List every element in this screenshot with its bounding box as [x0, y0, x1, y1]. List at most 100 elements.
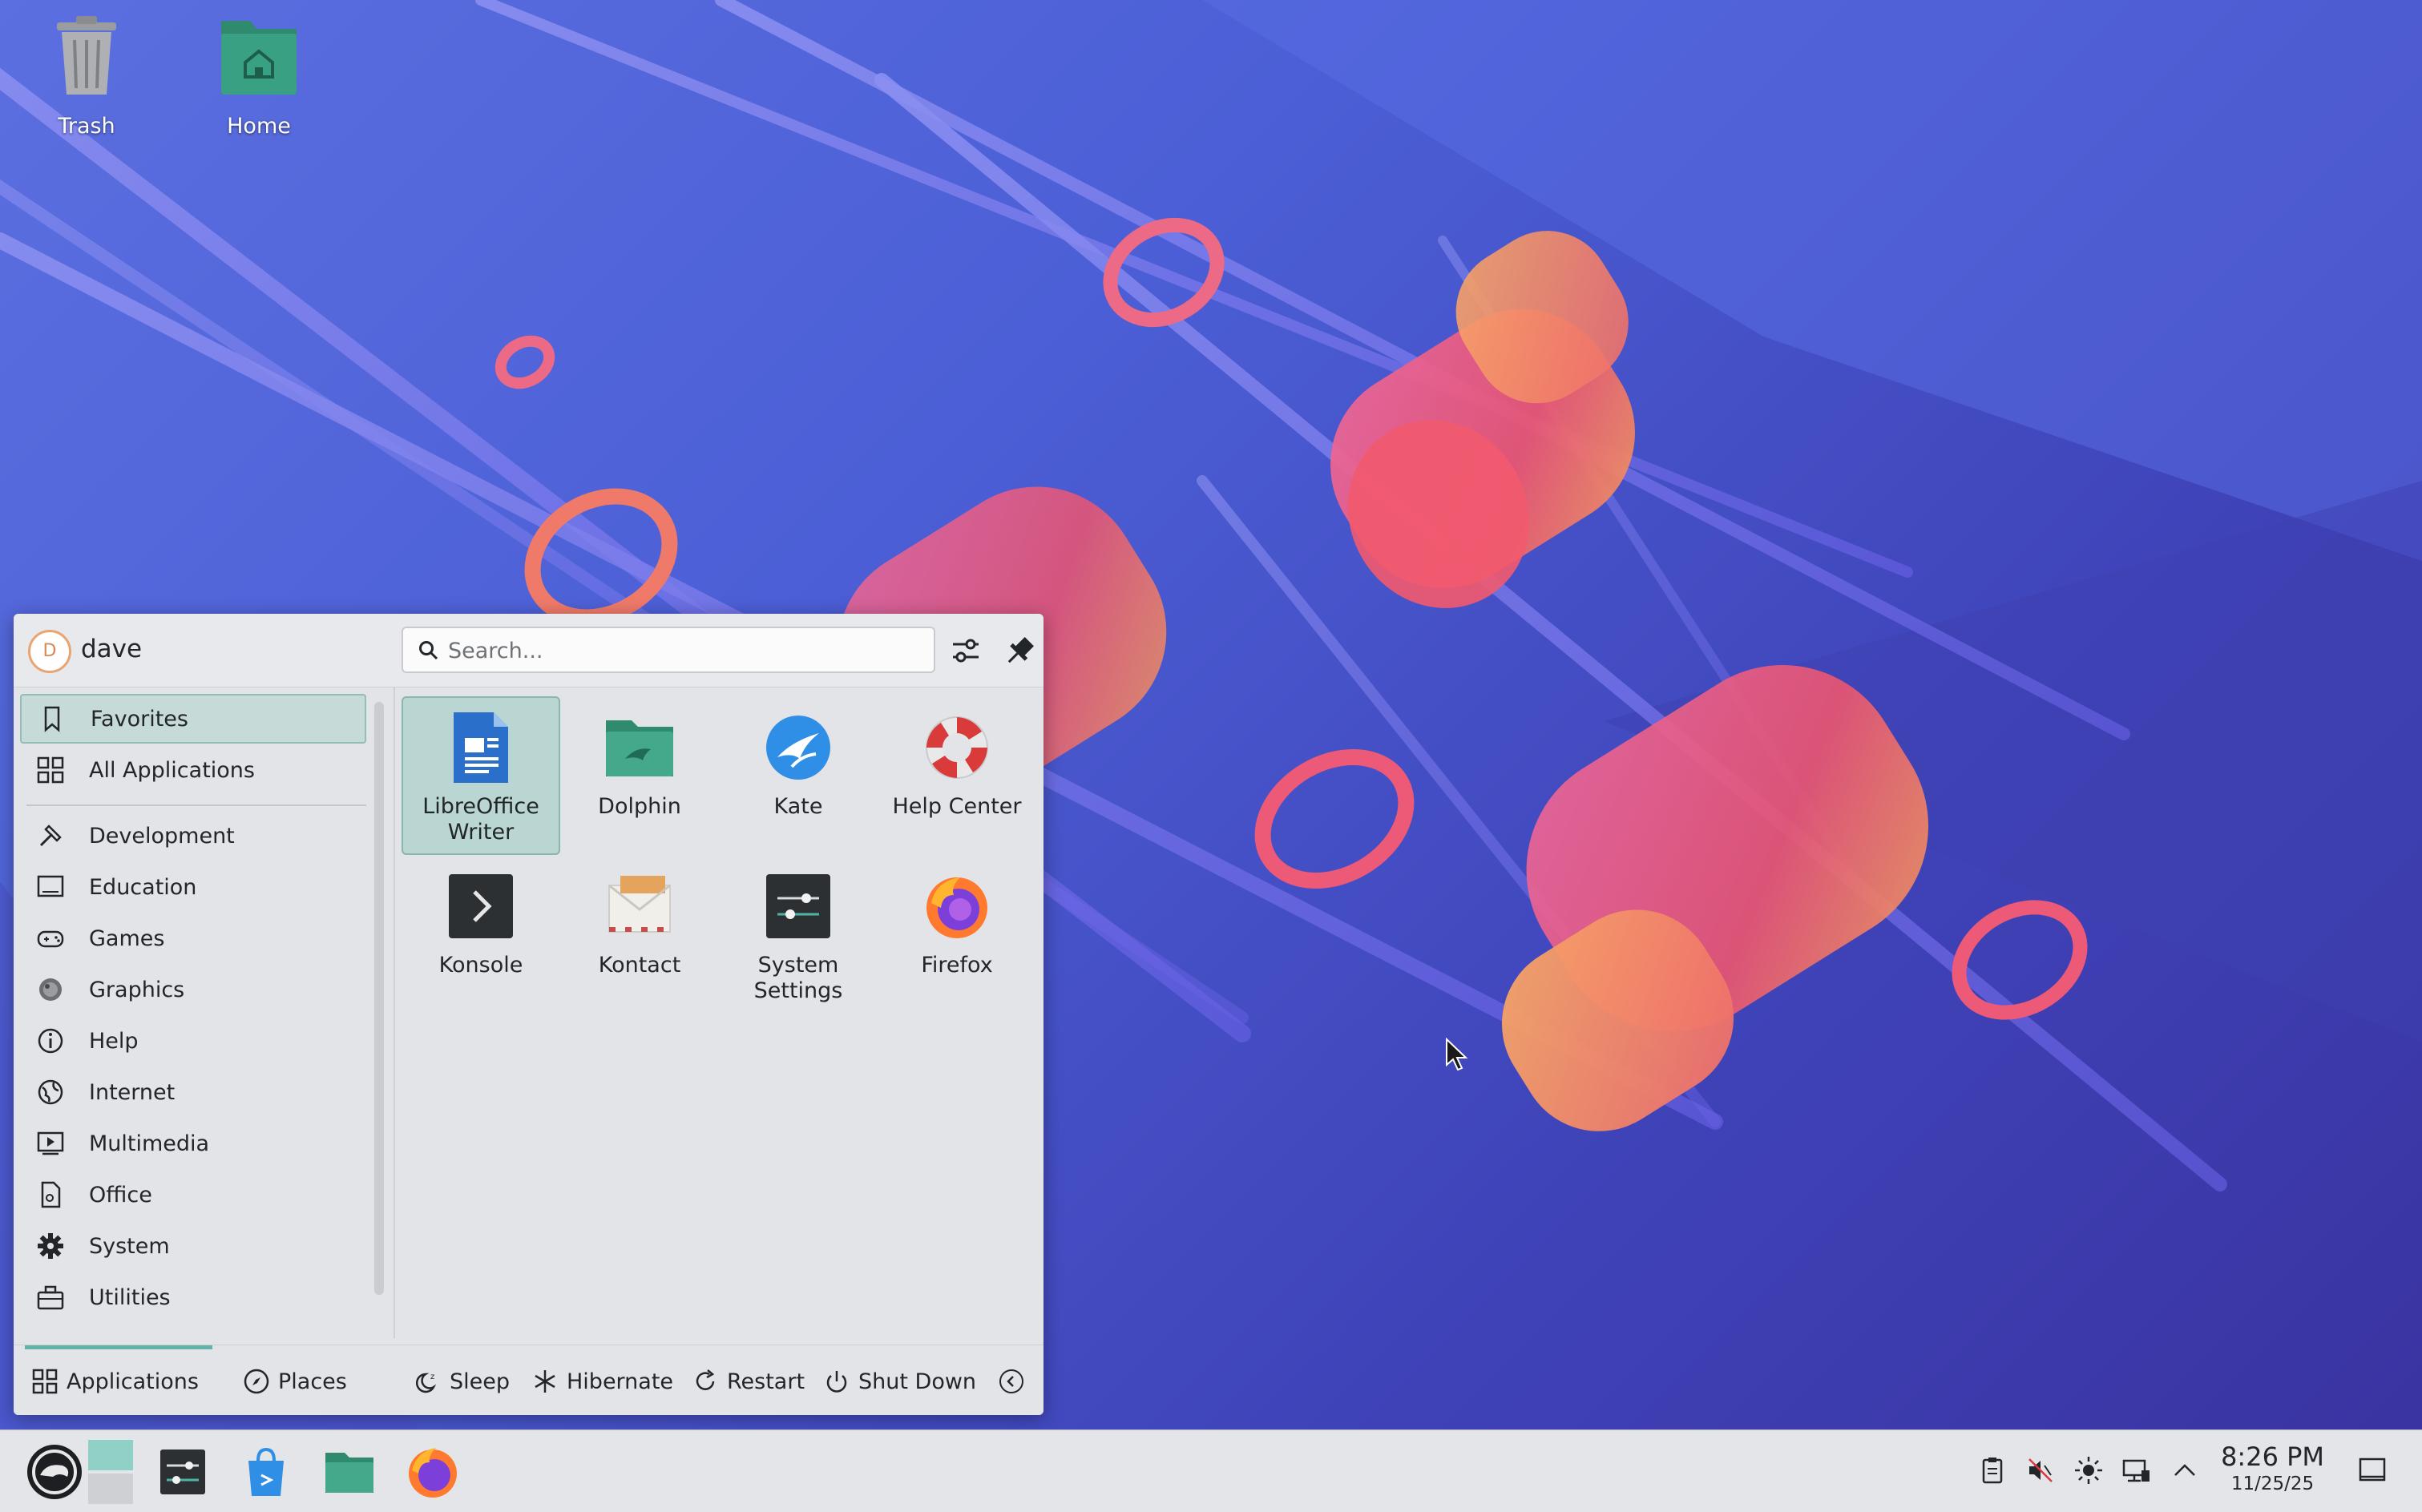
mouse-cursor	[1446, 1038, 1468, 1071]
avatar[interactable]: D	[28, 630, 71, 673]
pager-icon[interactable]	[88, 1440, 133, 1504]
info-icon	[38, 1028, 63, 1054]
svg-text:z: z	[430, 1373, 434, 1381]
pin-icon[interactable]	[998, 628, 1043, 673]
home-folder-icon	[221, 21, 297, 95]
desktop-icon-home[interactable]: Home	[187, 11, 331, 139]
category-label: Help	[89, 1028, 139, 1054]
trash-icon	[57, 16, 116, 95]
gear-icon	[38, 1233, 63, 1259]
taskbar: 8:26 PM 11/25/25	[0, 1429, 2422, 1512]
app-label-line1: Kate	[773, 794, 823, 819]
more-actions-button[interactable]	[998, 1363, 1033, 1400]
category-label: All Applications	[89, 757, 255, 783]
brightness-icon[interactable]	[2073, 1454, 2105, 1486]
desktop-icon-trash[interactable]: Trash	[14, 11, 159, 139]
favorites-grid: LibreOffice Writer Dolphin Kate Help Cen…	[402, 696, 1043, 1017]
app-tile-help-center[interactable]: Help Center	[878, 696, 1036, 855]
category-favorites[interactable]: Favorites	[20, 694, 366, 744]
search-box[interactable]	[402, 627, 935, 673]
launcher-footer: Applications Places z Sleep Hibernate Re…	[14, 1345, 1043, 1415]
app-label-line1: Dolphin	[598, 794, 681, 819]
category-label: Favorites	[91, 706, 188, 732]
category-internet[interactable]: Internet	[20, 1067, 366, 1117]
category-education[interactable]: Education	[20, 862, 366, 912]
category-label: Multimedia	[89, 1131, 210, 1156]
mail-icon	[608, 876, 671, 933]
bookmark-icon	[44, 706, 60, 732]
button-label: Shut Down	[858, 1369, 977, 1394]
volume-muted-icon[interactable]	[2024, 1454, 2057, 1486]
app-label-line1: Firefox	[921, 953, 993, 978]
category-multimedia[interactable]: Multimedia	[20, 1119, 366, 1168]
search-input[interactable]	[448, 635, 921, 667]
category-system[interactable]: System	[20, 1221, 366, 1271]
category-scrollbar[interactable]	[374, 702, 384, 1295]
tab-applications[interactable]: Applications	[31, 1363, 199, 1400]
category-label: Education	[89, 874, 197, 900]
category-games[interactable]: Games	[20, 913, 366, 963]
firefox-icon[interactable]	[401, 1440, 465, 1504]
folder-icon[interactable]	[317, 1440, 381, 1504]
clock-date: 11/25/25	[2230, 1474, 2315, 1494]
restart-icon	[696, 1369, 715, 1390]
opensuse-icon[interactable]	[22, 1440, 87, 1504]
kate-icon	[766, 716, 830, 780]
snowflake-icon	[535, 1370, 555, 1393]
button-label: Restart	[727, 1369, 805, 1394]
show-desktop-icon[interactable]	[2356, 1454, 2388, 1486]
terminal-icon	[449, 874, 513, 938]
application-launcher-menu: D dave Favorites	[14, 614, 1043, 1415]
network-icon[interactable]	[2121, 1454, 2153, 1486]
button-label: Sleep	[450, 1369, 511, 1394]
power-icon	[826, 1371, 847, 1393]
app-tile-system-settings[interactable]: System Settings	[719, 855, 878, 1014]
category-development[interactable]: Development	[20, 811, 366, 861]
compass-icon	[244, 1369, 269, 1394]
app-label-line1: Konsole	[438, 953, 523, 978]
panel-divider	[394, 687, 395, 1338]
app-tile-kontact[interactable]: Kontact	[560, 855, 719, 1014]
category-help[interactable]: Help	[20, 1016, 366, 1066]
user-name: dave	[81, 635, 143, 663]
lifebuoy-icon	[926, 716, 988, 779]
launcher-header: D dave	[14, 614, 1043, 687]
app-tile-kate[interactable]: Kate	[719, 696, 878, 855]
app-tile-libreoffice-writer[interactable]: LibreOffice Writer	[402, 696, 560, 855]
app-tile-dolphin[interactable]: Dolphin	[560, 696, 719, 855]
folder-icon	[606, 720, 673, 776]
clipboard-icon[interactable]	[1976, 1454, 2008, 1486]
restart-button[interactable]: Restart	[692, 1363, 805, 1400]
app-label-line1: System	[757, 953, 839, 978]
shutdown-button[interactable]: Shut Down	[823, 1363, 976, 1400]
firefox-icon	[926, 877, 987, 938]
hibernate-button[interactable]: Hibernate	[531, 1363, 673, 1400]
palette-icon	[39, 978, 62, 1001]
chevron-up-icon[interactable]	[2169, 1454, 2201, 1486]
grid-icon	[32, 1369, 58, 1394]
category-office[interactable]: Office	[20, 1170, 366, 1220]
writer-icon	[454, 712, 508, 783]
grid-icon	[37, 756, 64, 784]
discover-icon[interactable]	[234, 1440, 298, 1504]
app-label-line2: Settings	[753, 978, 843, 1003]
chevron-left-icon	[999, 1369, 1023, 1393]
settings-icon	[766, 874, 830, 938]
category-graphics[interactable]: Graphics	[20, 965, 366, 1014]
monitor-icon	[37, 875, 64, 897]
category-label: Development	[89, 823, 235, 849]
category-label: System	[89, 1233, 170, 1259]
category-all-applications[interactable]: All Applications	[20, 745, 366, 795]
sliders-icon[interactable]	[943, 628, 988, 673]
app-tile-firefox[interactable]: Firefox	[878, 855, 1036, 1014]
tab-label: Applications	[67, 1369, 199, 1394]
category-utilities[interactable]: Utilities	[20, 1272, 366, 1322]
search-icon	[419, 641, 438, 660]
media-icon	[37, 1131, 64, 1155]
tab-places[interactable]: Places	[243, 1363, 347, 1400]
app-tile-konsole[interactable]: Konsole	[402, 855, 560, 1014]
hammer-icon	[39, 825, 62, 847]
settings-icon[interactable]	[151, 1440, 215, 1504]
sleep-button[interactable]: z Sleep	[414, 1363, 510, 1400]
digital-clock[interactable]: 8:26 PM 11/25/25	[2221, 1441, 2324, 1494]
